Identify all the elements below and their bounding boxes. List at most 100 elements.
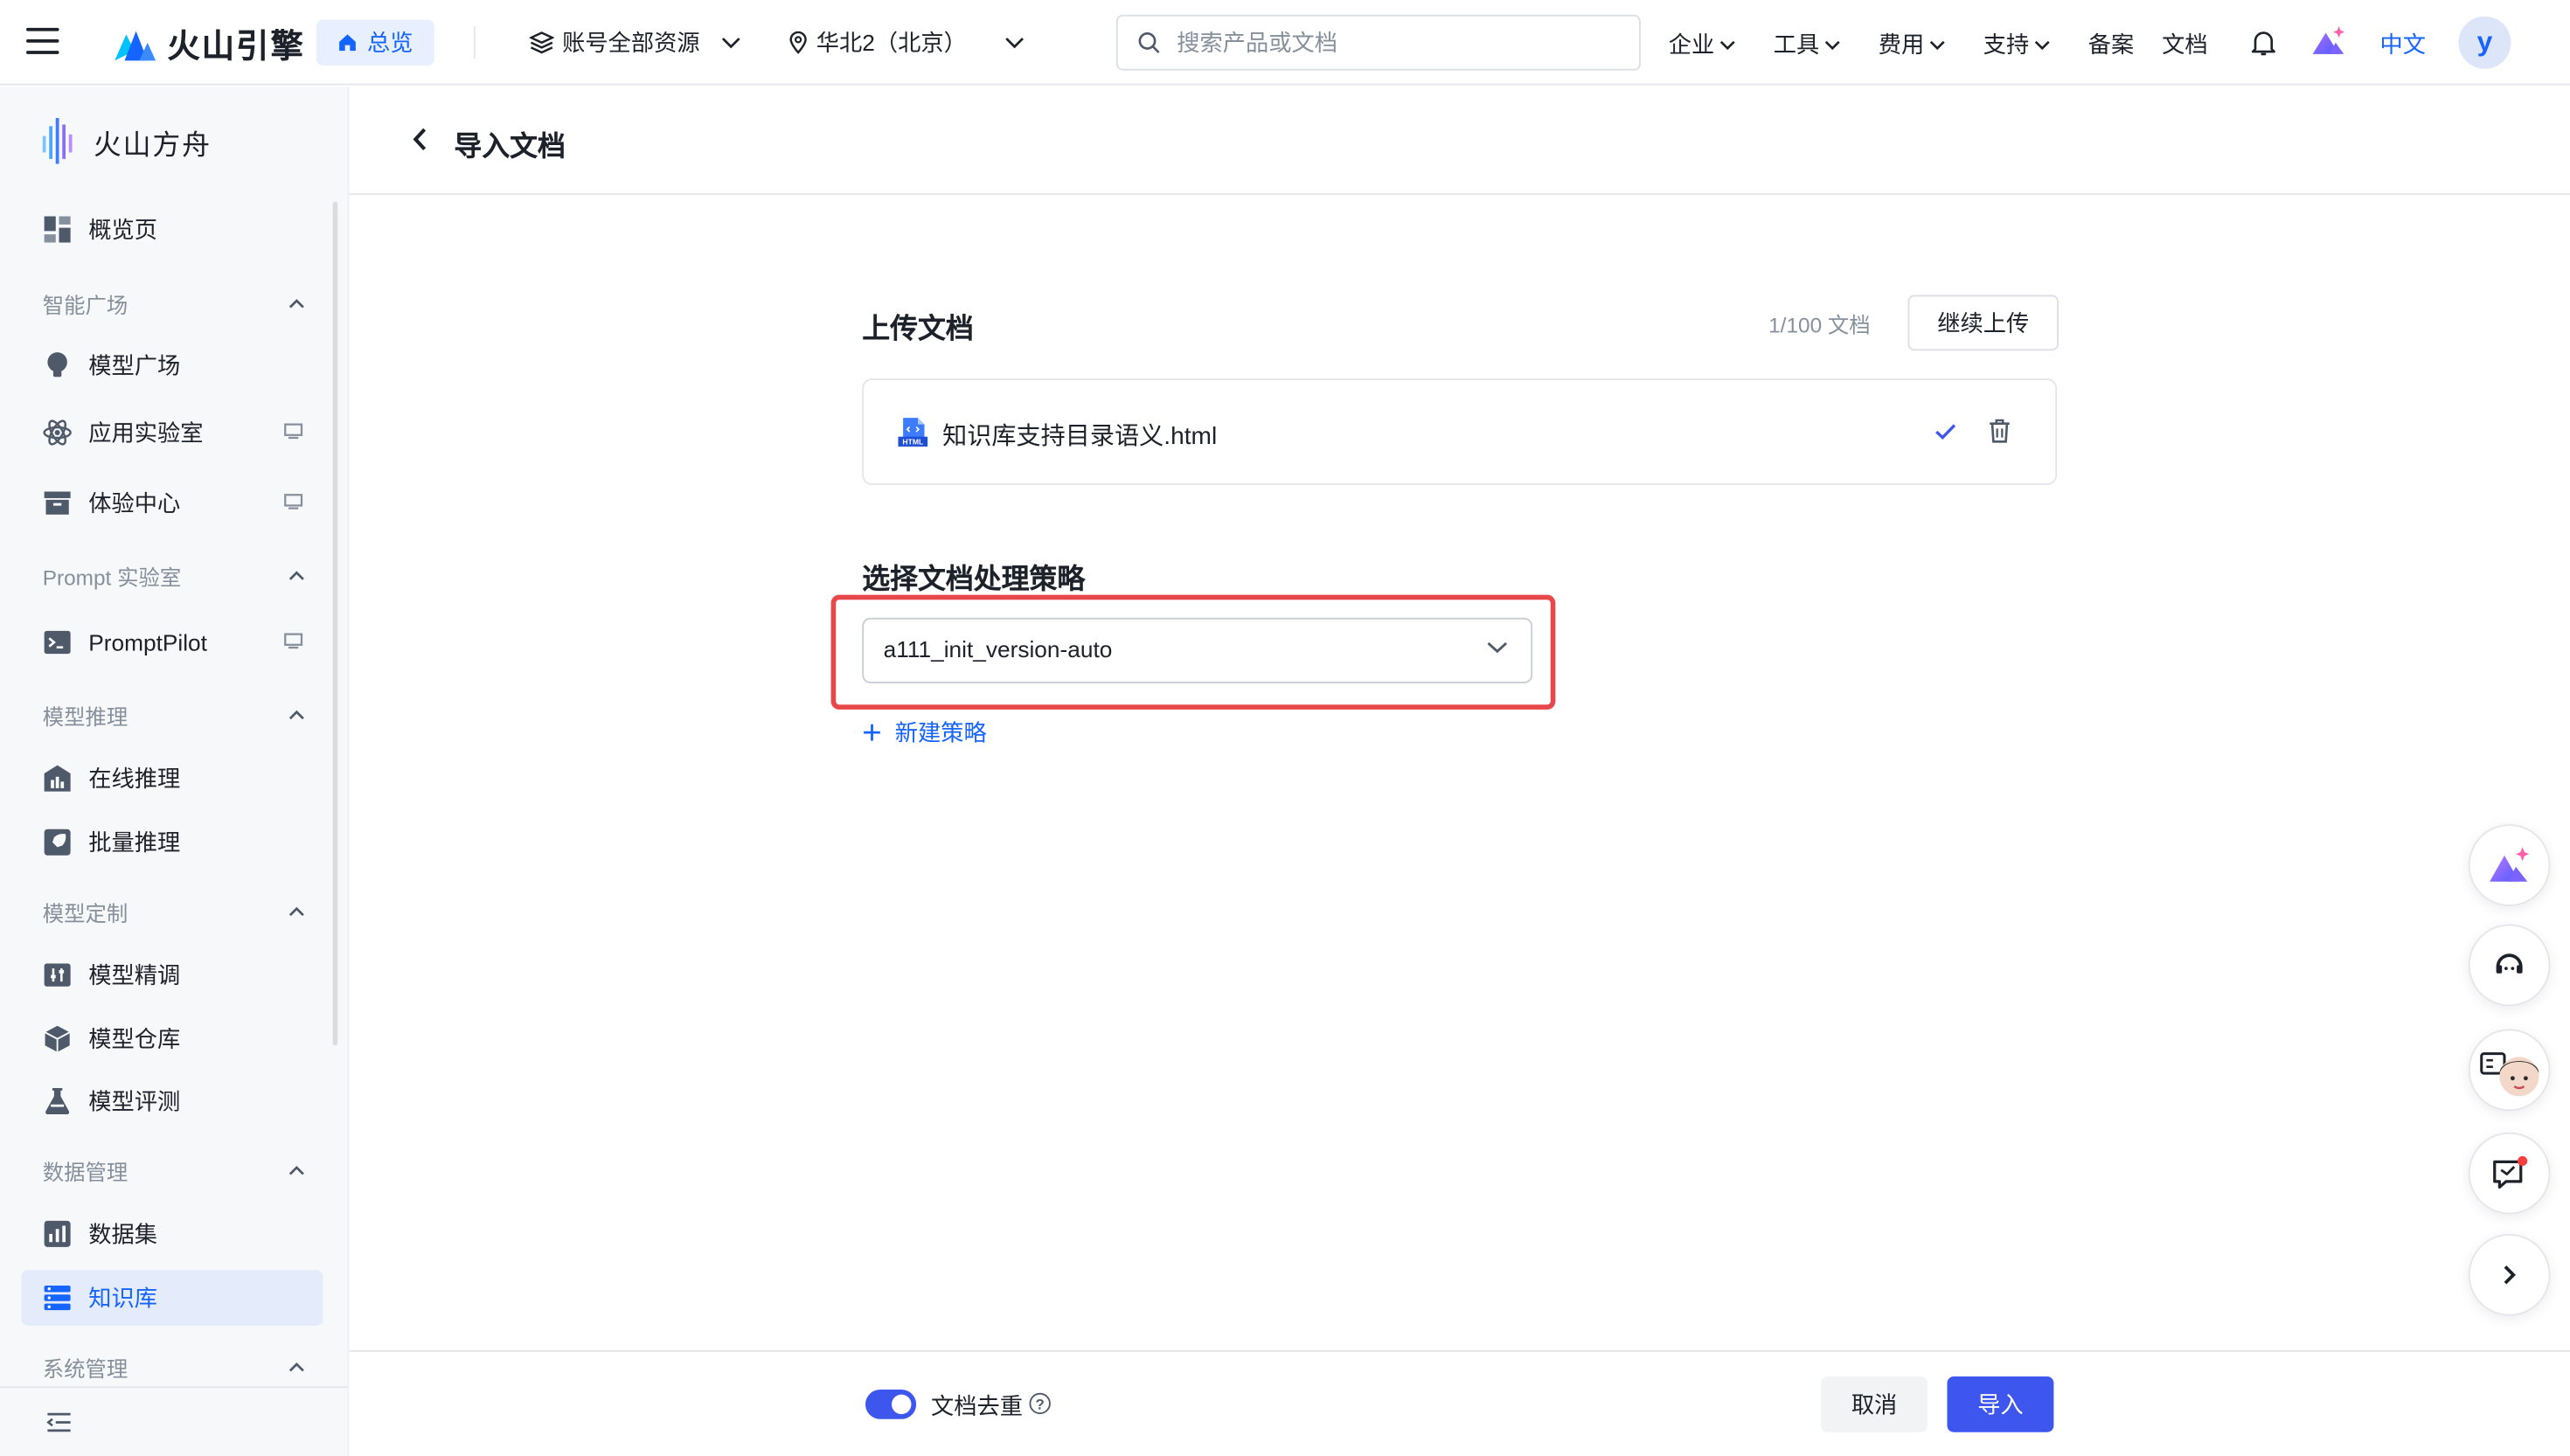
chevron-up-icon [288,710,304,720]
floating-ai-assistant-button[interactable] [2468,824,2551,906]
search-input[interactable] [1177,29,1603,56]
sidebar-item-finetune[interactable]: 模型精调 [21,947,323,1003]
sidebar-item-promptpilot[interactable]: PromptPilot [21,614,323,670]
sidebar-item-label: PromptPilot [88,629,207,655]
page-header: 导入文档 [349,87,2570,196]
sidebar-item-label: 知识库 [88,1285,157,1311]
layers-icon [529,31,554,54]
chevron-up-icon [288,299,304,309]
search-icon [1138,31,1160,53]
nav-enterprise[interactable]: 企业 [1669,28,1736,61]
ark-brand[interactable]: 火山方舟 [41,116,212,165]
floating-feedback-button[interactable] [2468,1132,2551,1215]
ai-assistant-icon[interactable] [2311,24,2347,58]
floating-guide-button[interactable] [2468,1029,2551,1112]
language-label: 中文 [2379,31,2427,58]
monitor-icon [284,633,303,649]
avatar-guide-icon [2480,1052,2539,1097]
trash-icon[interactable] [1988,418,2011,444]
nav-tools[interactable]: 工具 [1774,28,1841,61]
volcano-logo-icon [115,30,156,60]
sidebar-item-experience-center[interactable]: 体验中心 [21,475,323,531]
chevron-up-icon [288,1362,304,1372]
sidebar-item-model-repo[interactable]: 模型仓库 [21,1011,323,1067]
group-inference[interactable]: 模型推理 [43,700,305,731]
chevron-down-icon [1824,39,1840,50]
atom-icon [43,419,72,446]
sidebar-item-dataset[interactable]: 数据集 [21,1206,323,1262]
group-prompt-lab[interactable]: Prompt 实验室 [43,560,305,592]
sidebar-item-online-inference[interactable]: 在线推理 [21,751,323,807]
sidebar-item-model-eval[interactable]: 模型评测 [21,1073,323,1129]
archive-box-icon [44,491,71,515]
resources-label: 账号全部资源 [562,29,700,56]
strategy-select[interactable]: a111_init_version-auto [862,617,1533,683]
language-switch[interactable]: 中文 [2380,28,2427,61]
chevron-up-icon [288,571,304,580]
group-data-management[interactable]: 数据管理 [43,1155,305,1187]
headset-icon [2496,953,2523,974]
chevron-down-icon [2034,39,2050,50]
user-avatar[interactable]: y [2458,16,2511,69]
bell-icon[interactable] [2249,28,2279,58]
nav-billing[interactable]: 费用 [1879,28,1946,61]
new-strategy-link[interactable]: 新建策略 [862,716,987,749]
region-dropdown[interactable]: 华北2（北京） [788,26,1025,59]
help-icon[interactable]: ? [1029,1392,1051,1415]
sidebar-item-knowledge-base[interactable]: 知识库 [21,1270,323,1326]
page-title: 导入文档 [454,131,566,163]
cube-icon [45,1025,71,1052]
ai-assistant-icon [2490,847,2530,882]
ark-brand-name: 火山方舟 [93,128,212,160]
sidebar-item-model-square[interactable]: 模型广场 [21,337,323,393]
overview-button[interactable]: 总览 [316,19,434,66]
sidebar-scrollbar[interactable] [332,201,338,1046]
chevron-right-icon [2504,1265,2516,1285]
group-label: 模型推理 [42,704,128,730]
terminal-icon [44,630,71,655]
import-button[interactable]: 导入 [1947,1376,2054,1432]
nav-support[interactable]: 支持 [1983,28,2051,61]
group-system-management[interactable]: 系统管理 [43,1352,305,1383]
uploaded-file-card: HTML 知识库支持目录语义.html [862,378,2058,485]
chevron-down-icon [1719,39,1735,50]
group-label: 智能广场 [42,293,128,318]
continue-upload-button[interactable]: 继续上传 [1907,295,2059,351]
divider [0,1386,348,1389]
strategy-selected-value: a111_init_version-auto [883,635,1113,662]
dedup-toggle[interactable] [865,1390,917,1419]
html-file-icon: HTML [898,418,928,447]
sliders-icon [44,963,71,987]
sidebar-item-batch-inference[interactable]: 批量推理 [21,815,323,870]
floating-expand-button[interactable] [2468,1233,2551,1316]
search-box[interactable] [1115,14,1641,71]
strategy-section-title: 选择文档处理策略 [862,564,1086,595]
sidebar-item-overview[interactable]: 概览页 [21,202,323,258]
nav-docs[interactable]: 文档 [2162,28,2208,61]
building-chart-icon [44,765,71,792]
dashboard-icon [44,216,71,243]
lightbulb-icon [47,352,67,378]
resources-dropdown[interactable]: 账号全部资源 [529,26,741,59]
cancel-button[interactable]: 取消 [1821,1376,1928,1432]
rocket-icon [44,829,71,856]
back-arrow-icon[interactable] [412,126,428,152]
checkmark-icon [1935,424,1956,440]
document-count: 1/100 文档 [1768,313,1871,338]
new-strategy-label: 新建策略 [894,719,987,746]
home-icon [339,34,356,52]
bar-chart-icon [44,1220,71,1247]
volcengine-logo[interactable]: 火山引擎 [112,20,305,67]
nav-filing[interactable]: 备案 [2088,28,2135,61]
nav-filing-label: 备案 [2087,31,2135,58]
chevron-down-icon [1487,641,1508,654]
database-icon [44,1285,71,1311]
menu-icon[interactable] [26,27,59,58]
sidebar-item-label: 模型仓库 [88,1025,181,1052]
top-navigation-bar: 火山引擎 总览 账号全部资源 华北2（北京） 搜索产品或文档 企业 工具 费用 … [0,0,2570,86]
group-smart-square[interactable]: 智能广场 [43,288,305,320]
group-customization[interactable]: 模型定制 [43,897,305,928]
sidebar-item-app-lab[interactable]: 应用实验室 [21,405,323,461]
floating-support-button[interactable] [2468,924,2551,1007]
collapse-sidebar-icon[interactable] [46,1411,73,1433]
